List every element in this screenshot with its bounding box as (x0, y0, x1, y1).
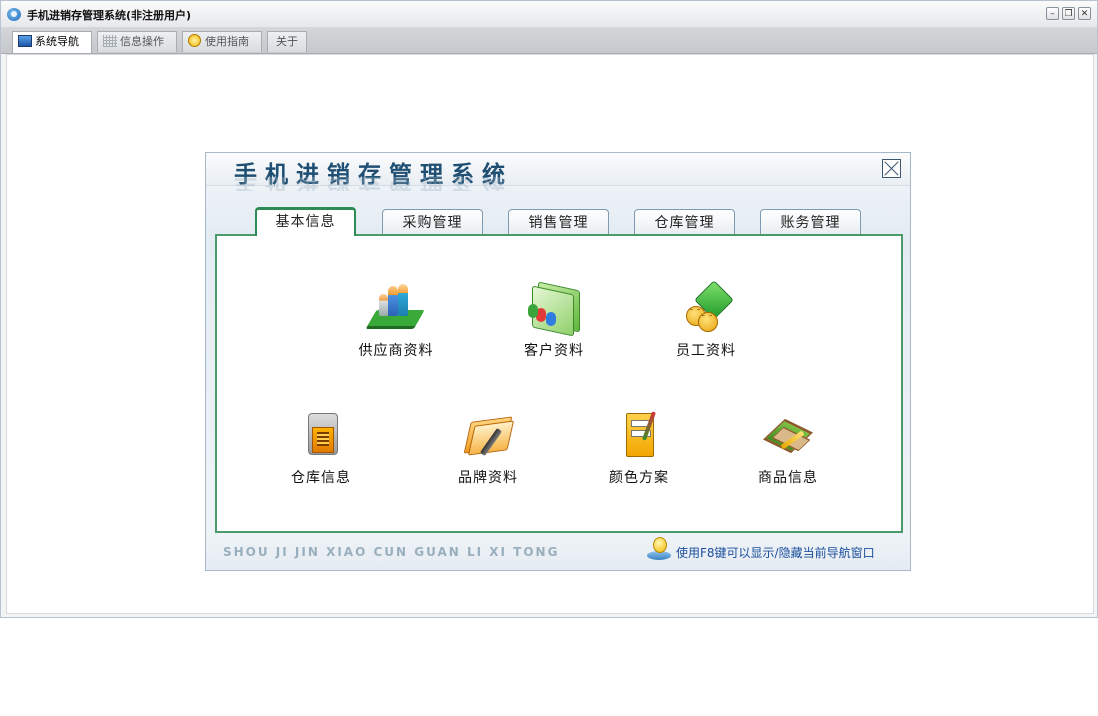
brand-folder-icon (458, 411, 518, 463)
tab-purchase[interactable]: 采购管理 (382, 209, 483, 235)
tab-about[interactable]: 关于 (267, 31, 307, 52)
tab-system-navigation[interactable]: 系统导航 (12, 31, 92, 53)
goods-item[interactable]: 商品信息 (733, 411, 843, 487)
top-tab-strip: 系统导航 信息操作 使用指南 关于 (1, 28, 1097, 54)
close-nav-icon[interactable] (882, 159, 901, 178)
tab-sales[interactable]: 销售管理 (508, 209, 609, 235)
color-scheme-item[interactable]: 颜色方案 (584, 411, 694, 487)
goods-icon (758, 411, 818, 463)
restore-icon[interactable]: ❐ (1062, 7, 1075, 20)
tab-basic-info[interactable]: 基本信息 (255, 207, 356, 236)
tab-accounts[interactable]: 账务管理 (760, 209, 861, 235)
item-label: 商品信息 (758, 470, 818, 486)
color-scheme-icon (609, 411, 669, 463)
f8-hint-text: 使用F8键可以显示/隐藏当前导航窗口 (676, 546, 875, 560)
supplier-item[interactable]: 供应商资料 (341, 284, 451, 360)
warehouse-icon (291, 411, 351, 463)
app-logo-icon (7, 8, 21, 21)
brand-item[interactable]: 品牌资料 (433, 411, 543, 487)
warehouse-item[interactable]: 仓库信息 (266, 411, 376, 487)
system-title-reflection: 手机进销存管理系统 (234, 177, 513, 191)
customer-icon (524, 281, 584, 337)
item-label: 品牌资料 (458, 470, 518, 486)
customer-item[interactable]: 客户资料 (499, 281, 609, 360)
basic-info-panel: 供应商资料 客户资料 员工资料 仓库信息 (215, 234, 903, 533)
tab-user-guide[interactable]: 使用指南 (182, 31, 262, 52)
tab-label: 系统导航 (35, 35, 79, 48)
minimize-icon[interactable]: – (1046, 7, 1059, 20)
item-label: 员工资料 (676, 343, 736, 359)
pinyin-caption: SHOU JI JIN XIAO CUN GUAN LI XI TONG (223, 545, 560, 559)
supplier-icon (366, 284, 426, 336)
title-bar[interactable]: 手机进销存管理系统(非注册用户) – ❐ ✕ (1, 1, 1097, 28)
tab-warehouse[interactable]: 仓库管理 (634, 209, 735, 235)
lightbulb-icon (647, 537, 671, 561)
tab-info-operation[interactable]: 信息操作 (97, 31, 177, 52)
tab-label: 使用指南 (205, 35, 249, 48)
item-label: 仓库信息 (291, 470, 351, 486)
staff-item[interactable]: 员工资料 (651, 280, 761, 360)
item-label: 客户资料 (524, 343, 584, 359)
nav-title-band: 手机进销存管理系统 手机进销存管理系统 (206, 153, 910, 191)
tab-label: 信息操作 (120, 35, 164, 48)
grid-icon (103, 35, 117, 47)
tab-label: 关于 (276, 35, 298, 48)
close-window-icon[interactable]: ✕ (1078, 7, 1091, 20)
item-label: 颜色方案 (609, 470, 669, 486)
staff-icon (676, 280, 736, 336)
navigation-dialog: 手机进销存管理系统 手机进销存管理系统 基本信息 采购管理 销售管理 仓库管理 … (205, 152, 911, 571)
monitor-icon (18, 35, 32, 47)
window-title: 手机进销存管理系统(非注册用户) (27, 9, 192, 22)
guide-icon (188, 34, 201, 47)
item-label: 供应商资料 (358, 343, 434, 359)
